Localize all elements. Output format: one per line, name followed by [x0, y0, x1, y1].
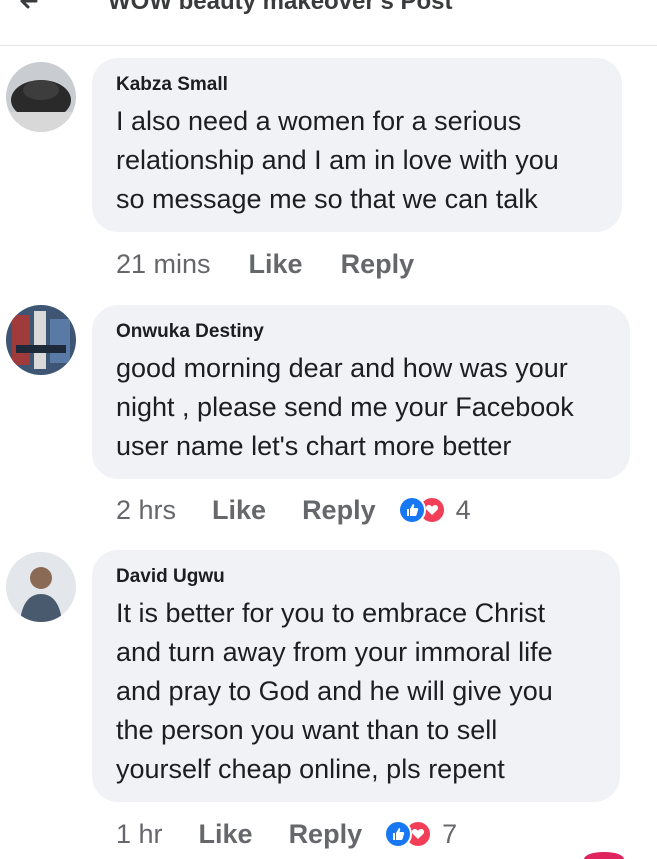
reaction-summary[interactable]: 4 [397, 494, 471, 526]
comment-actions: 21 mins Like Reply [116, 246, 414, 282]
reply-button[interactable]: Reply [302, 495, 376, 526]
like-button[interactable]: Like [249, 249, 303, 280]
comment-time[interactable]: 1 hr [116, 819, 163, 850]
post-header: WOW beauty makeover's Post [0, 0, 657, 46]
comment-author[interactable]: Onwuka Destiny [116, 321, 610, 343]
like-button[interactable]: Like [212, 495, 266, 526]
comment-time[interactable]: 2 hrs [116, 495, 176, 526]
comment-text: It is better for you to embrace Christ a… [116, 598, 553, 784]
avatar[interactable] [6, 62, 76, 132]
comment-author[interactable]: David Ugwu [116, 566, 600, 588]
reply-button[interactable]: Reply [289, 819, 363, 850]
reaction-count: 7 [442, 818, 458, 849]
comment-actions: 2 hrs Like Reply 4 [116, 492, 471, 528]
comment-text: I also need a women for a serious relati… [116, 106, 559, 214]
avatar[interactable] [6, 552, 76, 622]
comment-time[interactable]: 21 mins [116, 249, 211, 280]
avatar[interactable] [6, 305, 76, 375]
comment-bubble: Kabza Small I also need a women for a se… [92, 58, 622, 232]
comment-bubble: David Ugwu It is better for you to embra… [92, 550, 620, 802]
reaction-summary[interactable]: 7 [384, 819, 457, 850]
back-arrow-icon[interactable] [16, 0, 42, 14]
like-button[interactable]: Like [199, 819, 253, 850]
comment-bubble: Onwuka Destiny good morning dear and how… [92, 305, 630, 479]
page-title: WOW beauty makeover's Post [108, 0, 453, 15]
like-reaction-icon [384, 820, 413, 848]
comment-actions: 1 hr Like Reply 7 [116, 816, 457, 852]
comment-author[interactable]: Kabza Small [116, 74, 602, 96]
reply-button[interactable]: Reply [341, 249, 415, 280]
comment-text: good morning dear and how was your night… [116, 353, 574, 461]
like-reaction-icon [397, 496, 426, 524]
reaction-count: 4 [455, 494, 471, 525]
partial-reaction-indicator [584, 852, 624, 859]
